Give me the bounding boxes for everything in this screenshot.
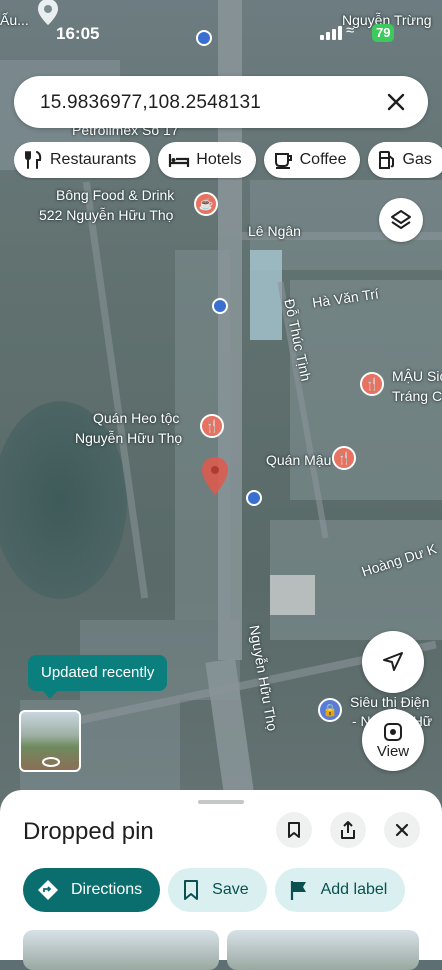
directions-label: Directions: [71, 881, 143, 898]
chip-gas-label: Gas: [402, 151, 432, 168]
bus-stop-icon[interactable]: [212, 298, 228, 314]
chip-restaurants-label: Restaurants: [50, 151, 137, 168]
restaurant-pin-icon[interactable]: ☕: [194, 192, 218, 216]
bookmark-icon: [288, 822, 300, 838]
directions-icon: [38, 880, 58, 900]
restaurant-pin-icon[interactable]: 🍴: [200, 414, 224, 438]
save-button[interactable]: Save: [168, 868, 267, 912]
save-label: Save: [212, 881, 249, 898]
category-chips: Restaurants Hotels Coffee Gas: [14, 142, 442, 180]
restaurant-pin-icon[interactable]: 🍴: [332, 446, 356, 470]
rotate-360-icon: [42, 757, 60, 767]
location-pin-icon: [38, 0, 58, 25]
gas-pump-icon: [379, 151, 395, 169]
map-label-bong-food-1: Bông Food & Drink: [56, 187, 175, 203]
chip-hotels[interactable]: Hotels: [158, 142, 256, 178]
map-label-quan-heo-1: Quán Heo tộc: [93, 410, 180, 426]
close-sheet-button[interactable]: [384, 812, 420, 848]
navigation-arrow-icon: [383, 652, 403, 671]
chip-coffee[interactable]: Coffee: [263, 142, 361, 178]
bottom-sheet[interactable]: Dropped pin Directions Save Add label: [0, 790, 442, 970]
street-view-icon: [384, 722, 402, 741]
street-view-button[interactable]: View: [362, 709, 424, 771]
navigate-button[interactable]: [362, 631, 424, 693]
chip-gas[interactable]: Gas: [368, 142, 442, 178]
map-label-mau-sic-1: MẬU Sic: [392, 368, 442, 384]
sheet-actions: Directions Save Add label: [23, 868, 442, 914]
share-icon: [341, 821, 355, 839]
directions-button[interactable]: Directions: [23, 868, 161, 912]
flag-icon: [290, 881, 306, 900]
cellular-signal-icon: [320, 26, 342, 40]
restaurant-pin-icon[interactable]: 🍴: [360, 372, 384, 396]
map-label-le-ngan: Lê Ngân: [248, 223, 301, 239]
map-label-sieu-thi-1: Siêu thị Điện: [350, 694, 430, 710]
share-button[interactable]: [330, 812, 366, 848]
view-label: View: [376, 742, 410, 760]
layers-icon: [391, 210, 411, 229]
map-label-mau-sic-2: Tráng C: [392, 388, 442, 404]
sheet-drag-handle[interactable]: [198, 800, 244, 804]
wifi-icon: ≈: [346, 22, 355, 39]
sheet-title: Dropped pin: [23, 818, 154, 845]
status-bar: 16:05 ≈ 79: [0, 0, 442, 60]
save-bookmark-button[interactable]: [276, 812, 312, 848]
updated-recently-tooltip: Updated recently: [28, 655, 168, 699]
bus-stop-icon[interactable]: [246, 490, 262, 506]
photo-thumbnail[interactable]: [227, 930, 419, 970]
chip-coffee-label: Coffee: [299, 151, 347, 168]
search-bar[interactable]: 15.9836977,108.2548131: [14, 76, 428, 128]
chip-restaurants[interactable]: Restaurants: [14, 142, 151, 178]
search-input[interactable]: 15.9836977,108.2548131: [40, 92, 261, 114]
battery-indicator: 79: [372, 24, 395, 42]
map-label-bong-food-2: 522 Nguyễn Hữu Thọ: [39, 207, 174, 223]
close-icon[interactable]: [384, 90, 408, 114]
bed-icon: [169, 154, 190, 167]
dropped-pin-icon[interactable]: [200, 455, 230, 497]
map-label-quan-mau: Quán Mậu: [266, 452, 332, 468]
bookmark-icon: [184, 880, 199, 900]
map-label-quan-heo-2: Nguyễn Hữu Thọ: [75, 430, 183, 446]
close-icon: [395, 823, 409, 837]
coffee-cup-icon: [274, 153, 292, 169]
add-label-button[interactable]: Add label: [274, 868, 406, 912]
add-label-label: Add label: [320, 881, 388, 898]
status-time: 16:05: [56, 24, 100, 43]
fork-knife-icon: [25, 151, 42, 169]
chip-hotels-label: Hotels: [196, 151, 242, 168]
shopping-pin-icon[interactable]: 🔒: [318, 698, 342, 722]
photo-strip: [23, 930, 442, 970]
photo-thumbnail[interactable]: [23, 930, 219, 970]
layers-button[interactable]: [379, 198, 423, 242]
street-view-thumbnail[interactable]: [19, 710, 81, 772]
